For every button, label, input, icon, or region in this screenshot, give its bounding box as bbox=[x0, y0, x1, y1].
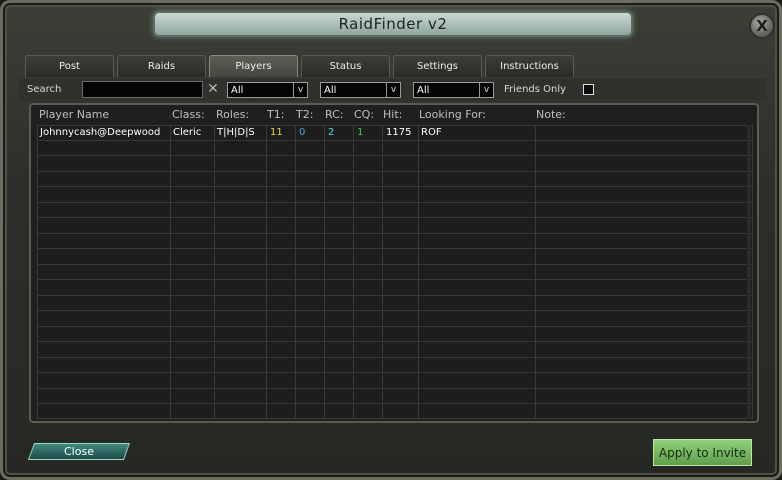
table-row[interactable] bbox=[38, 234, 752, 249]
tab-bar: Post Raids Players Status Settings Instr… bbox=[25, 55, 577, 77]
table-row[interactable] bbox=[38, 250, 752, 265]
dropdown-value: All bbox=[417, 84, 430, 96]
header-player-name[interactable]: Player Name bbox=[39, 108, 109, 121]
cell-t1: 11 bbox=[270, 127, 283, 138]
table-headers: Player Name Class: Roles: T1: T2: RC: CQ… bbox=[31, 108, 757, 124]
dropdown-value: All bbox=[324, 84, 337, 96]
friends-only-checkbox[interactable] bbox=[583, 84, 594, 95]
table-row[interactable] bbox=[38, 389, 752, 404]
header-note[interactable]: Note: bbox=[536, 108, 566, 121]
tab-raids[interactable]: Raids bbox=[117, 55, 206, 77]
cell-roles: T|H|D|S bbox=[217, 127, 255, 138]
chevron-down-icon[interactable]: v bbox=[386, 83, 400, 97]
table-row[interactable] bbox=[38, 141, 752, 156]
chevron-down-icon[interactable]: v bbox=[293, 83, 307, 97]
search-label: Search bbox=[27, 84, 62, 95]
cell-cq: 1 bbox=[357, 127, 364, 138]
table-row[interactable] bbox=[38, 265, 752, 280]
role-filter-dropdown[interactable]: All v bbox=[320, 82, 401, 98]
cell-rc: 2 bbox=[328, 127, 335, 138]
scrollbar[interactable] bbox=[747, 125, 751, 419]
raid-filter-dropdown[interactable]: All v bbox=[413, 82, 494, 98]
header-rc[interactable]: RC: bbox=[325, 108, 343, 121]
header-t2[interactable]: T2: bbox=[296, 108, 313, 121]
friends-only-label: Friends Only bbox=[504, 84, 567, 95]
cell-player-name: Johnnycash@Deepwood bbox=[40, 127, 161, 138]
players-table-panel: Player Name Class: Roles: T1: T2: RC: CQ… bbox=[29, 103, 759, 423]
window-title: RaidFinder v2 bbox=[338, 15, 448, 33]
close-button[interactable]: Close bbox=[27, 443, 131, 460]
cell-class: Cleric bbox=[173, 127, 202, 138]
title-bar: RaidFinder v2 bbox=[153, 11, 633, 37]
header-hit[interactable]: Hit: bbox=[383, 108, 402, 121]
clear-search-icon[interactable]: ✕ bbox=[205, 80, 221, 98]
cell-looking-for: ROF bbox=[421, 127, 442, 138]
header-cq[interactable]: CQ: bbox=[354, 108, 374, 121]
tab-status[interactable]: Status bbox=[301, 55, 390, 77]
cell-t2: 0 bbox=[299, 127, 306, 138]
table-row[interactable] bbox=[38, 172, 752, 187]
table-row[interactable] bbox=[38, 374, 752, 389]
table-row[interactable] bbox=[38, 281, 752, 296]
raidfinder-window: RaidFinder v2 X Post Raids Players Statu… bbox=[0, 0, 782, 480]
search-input[interactable] bbox=[82, 81, 203, 98]
header-looking-for[interactable]: Looking For: bbox=[419, 108, 486, 121]
table-row[interactable] bbox=[38, 358, 752, 373]
table-row[interactable] bbox=[38, 327, 752, 342]
table-row[interactable]: Johnnycash@Deepwood Cleric T|H|D|S 11 0 … bbox=[38, 126, 752, 141]
tab-settings[interactable]: Settings bbox=[393, 55, 482, 77]
table-row[interactable] bbox=[38, 296, 752, 311]
table-row[interactable] bbox=[38, 188, 752, 203]
header-class[interactable]: Class: bbox=[172, 108, 205, 121]
table-row[interactable] bbox=[38, 157, 752, 172]
close-button-label: Close bbox=[64, 445, 94, 458]
header-roles[interactable]: Roles: bbox=[216, 108, 249, 121]
apply-to-invite-button[interactable]: Apply to Invite bbox=[653, 439, 752, 466]
table-row[interactable] bbox=[38, 312, 752, 327]
tab-players[interactable]: Players bbox=[209, 55, 298, 77]
filter-bar: Search ✕ All v All v All v Friends Only bbox=[19, 79, 767, 101]
cell-hit: 1175 bbox=[386, 127, 412, 138]
header-t1[interactable]: T1: bbox=[267, 108, 284, 121]
table-row[interactable] bbox=[38, 203, 752, 218]
close-window-icon[interactable]: X bbox=[749, 13, 775, 39]
tab-post[interactable]: Post bbox=[25, 55, 114, 77]
dropdown-value: All bbox=[231, 84, 244, 96]
players-grid: Johnnycash@Deepwood Cleric T|H|D|S 11 0 … bbox=[37, 125, 753, 419]
table-row[interactable] bbox=[38, 219, 752, 234]
tab-instructions[interactable]: Instructions bbox=[485, 55, 574, 77]
table-row[interactable] bbox=[38, 343, 752, 358]
class-filter-dropdown[interactable]: All v bbox=[227, 82, 308, 98]
chevron-down-icon[interactable]: v bbox=[479, 83, 493, 97]
